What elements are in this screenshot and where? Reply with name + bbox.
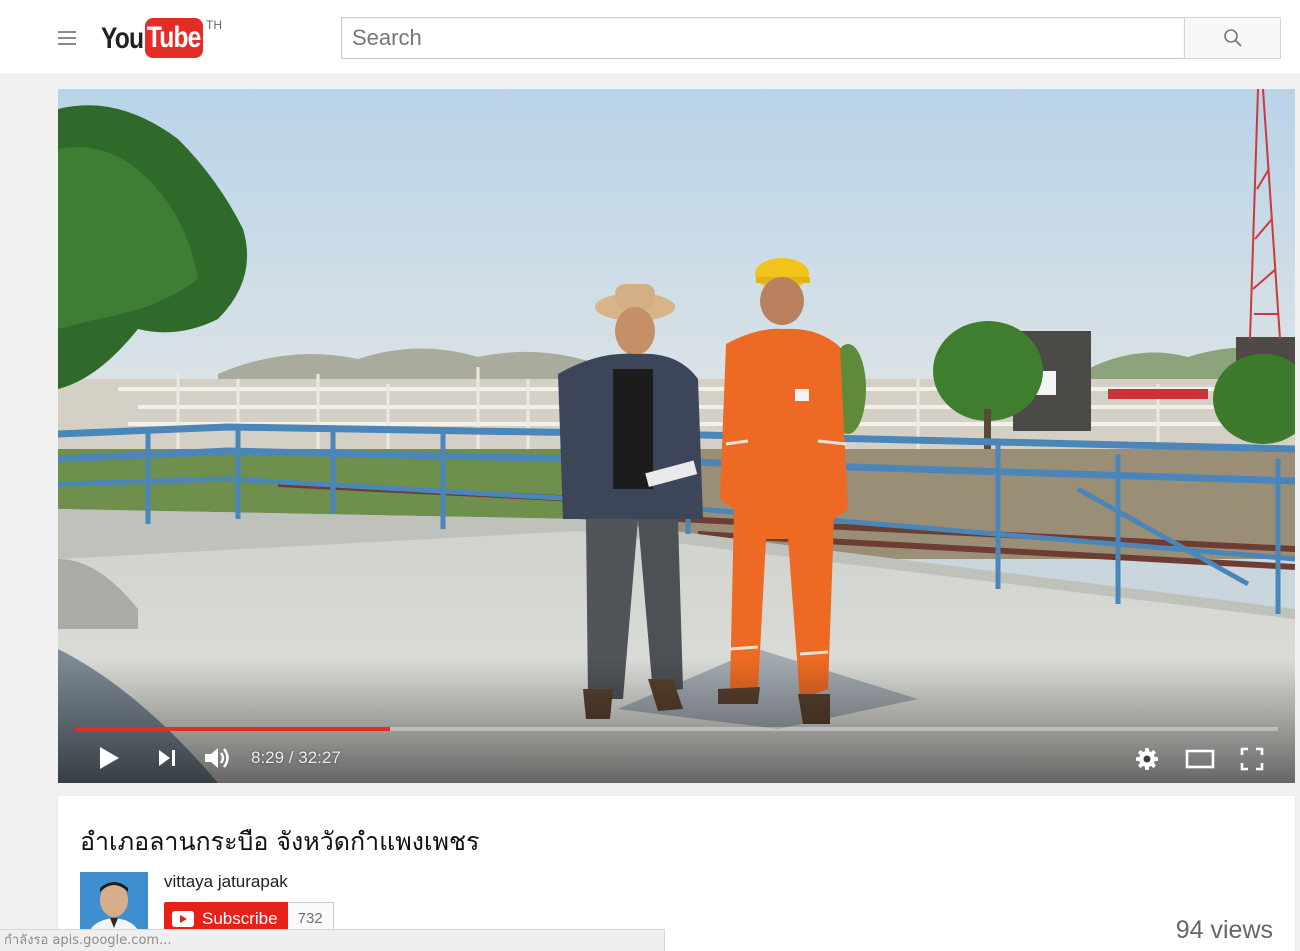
next-button[interactable] [154,746,180,770]
search-input[interactable] [341,17,1184,59]
search-button[interactable] [1184,17,1281,59]
player-controls: 8:29 / 32:27 [58,733,1295,783]
play-button[interactable] [94,744,124,772]
subscribe-label: Subscribe [202,908,278,928]
view-count: 94 views [1175,916,1273,944]
settings-icon [1136,748,1158,770]
youtube-logo[interactable]: You Tube TH [101,18,222,60]
theater-mode-button[interactable] [1184,745,1216,773]
theater-icon [1185,749,1215,769]
browser-status-bar: กำลังรอ apis.google.com... [0,929,665,951]
volume-icon [205,748,229,768]
progress-played [75,727,391,731]
settings-button[interactable] [1133,745,1161,773]
video-player[interactable]: 8:29 / 32:27 [58,89,1295,783]
logo-you-text: You [101,22,144,55]
volume-button[interactable] [202,745,234,771]
channel-name[interactable]: vittaya jaturapak [164,872,288,892]
youtube-play-icon [172,910,194,927]
fullscreen-button[interactable] [1238,745,1266,773]
fullscreen-icon [1240,747,1264,771]
logo-country-code: TH [206,18,222,32]
time-display: 8:29 / 32:27 [251,748,341,767]
video-frame [58,89,1295,783]
video-title: อำเภอลานกระบือ จังหวัดกำแพงเพชร [80,827,480,856]
masthead: You Tube TH [0,0,1300,75]
video-info-panel: อำเภอลานกระบือ จังหวัดกำแพงเพชร vittaya … [58,796,1295,951]
search-bar [341,17,1281,59]
logo-tube-text: Tube [147,21,201,54]
next-icon [159,750,175,766]
search-icon [1223,29,1242,47]
guide-menu-icon[interactable] [58,31,78,47]
play-icon [100,747,119,769]
progress-bar[interactable] [75,727,1278,731]
logo-tube-box: Tube [145,18,203,58]
